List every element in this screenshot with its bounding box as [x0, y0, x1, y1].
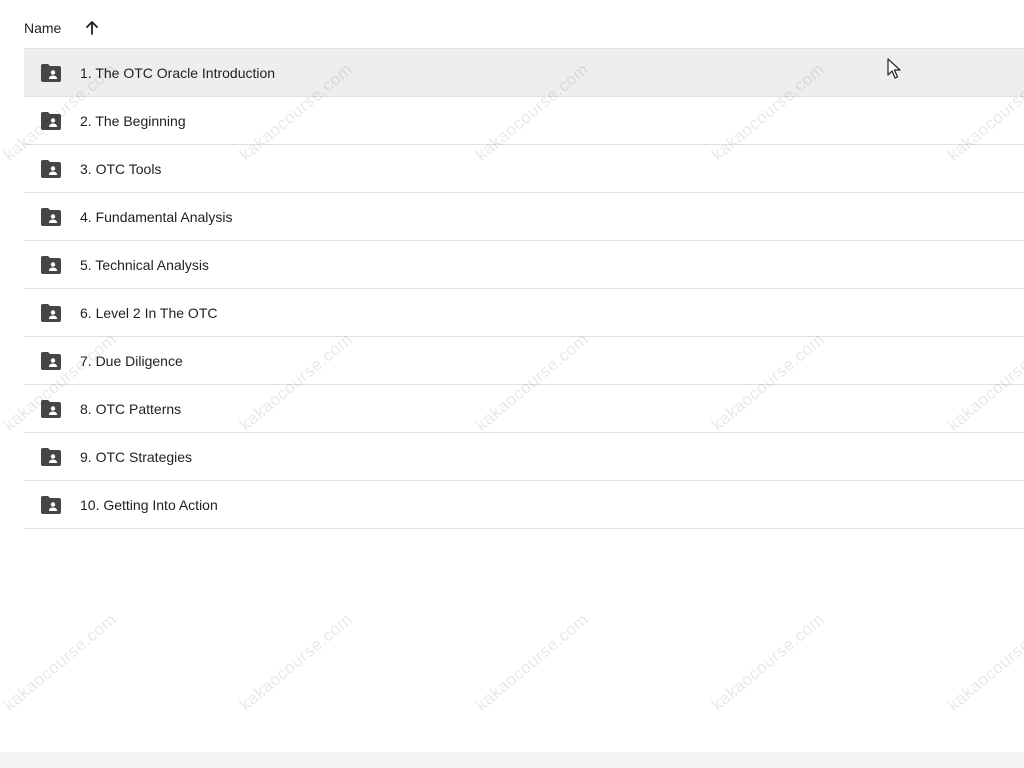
folder-name: 6. Level 2 In The OTC — [80, 304, 218, 321]
shared-folder-icon — [41, 160, 61, 178]
folder-name: 8. OTC Patterns — [80, 400, 182, 417]
name-column-header[interactable]: Name — [24, 20, 61, 36]
folder-name: 10. Getting Into Action — [80, 496, 218, 513]
folder-name: 3. OTC Tools — [80, 160, 162, 177]
shared-folder-icon — [41, 400, 61, 418]
folder-row[interactable]: 10. Getting Into Action — [24, 480, 1024, 529]
folder-name: 2. The Beginning — [80, 112, 186, 129]
watermark-text: kakaocourse.com — [0, 609, 121, 715]
folder-row[interactable]: 9. OTC Strategies — [24, 432, 1024, 480]
folder-row[interactable]: 1. The OTC Oracle Introduction — [24, 48, 1024, 96]
watermark-text: kakaocourse.com — [236, 609, 357, 715]
shared-folder-icon — [41, 256, 61, 274]
watermark-text: kakaocourse.com — [708, 609, 829, 715]
list-header: Name — [0, 0, 1024, 48]
file-browser: Name 1. The OTC Oracle Introduction 2. Th… — [0, 0, 1024, 768]
folder-name: 1. The OTC Oracle Introduction — [80, 64, 276, 81]
folder-row[interactable]: 4. Fundamental Analysis — [24, 192, 1024, 240]
folder-row[interactable]: 5. Technical Analysis — [24, 240, 1024, 288]
shared-folder-icon — [41, 64, 61, 82]
shared-folder-icon — [41, 208, 61, 226]
arrow-up-icon[interactable] — [80, 16, 104, 40]
watermark-text: kakaocourse.com — [944, 609, 1024, 715]
shared-folder-icon — [41, 496, 61, 514]
mouse-cursor-icon — [887, 58, 901, 79]
bottom-strip — [0, 752, 1024, 768]
shared-folder-icon — [41, 448, 61, 466]
folder-name: 4. Fundamental Analysis — [80, 208, 233, 225]
folder-name: 7. Due Diligence — [80, 352, 183, 369]
folder-name: 9. OTC Strategies — [80, 448, 193, 465]
folder-row[interactable]: 3. OTC Tools — [24, 144, 1024, 192]
folder-row[interactable]: 6. Level 2 In The OTC — [24, 288, 1024, 336]
folder-list: 1. The OTC Oracle Introduction 2. The Beg… — [24, 48, 1024, 529]
watermark-text: kakaocourse.com — [472, 609, 593, 715]
shared-folder-icon — [41, 112, 61, 130]
folder-row[interactable]: 8. OTC Patterns — [24, 384, 1024, 432]
folder-row[interactable]: 2. The Beginning — [24, 96, 1024, 144]
shared-folder-icon — [41, 304, 61, 322]
shared-folder-icon — [41, 352, 61, 370]
folder-name: 5. Technical Analysis — [80, 256, 209, 273]
folder-row[interactable]: 7. Due Diligence — [24, 336, 1024, 384]
